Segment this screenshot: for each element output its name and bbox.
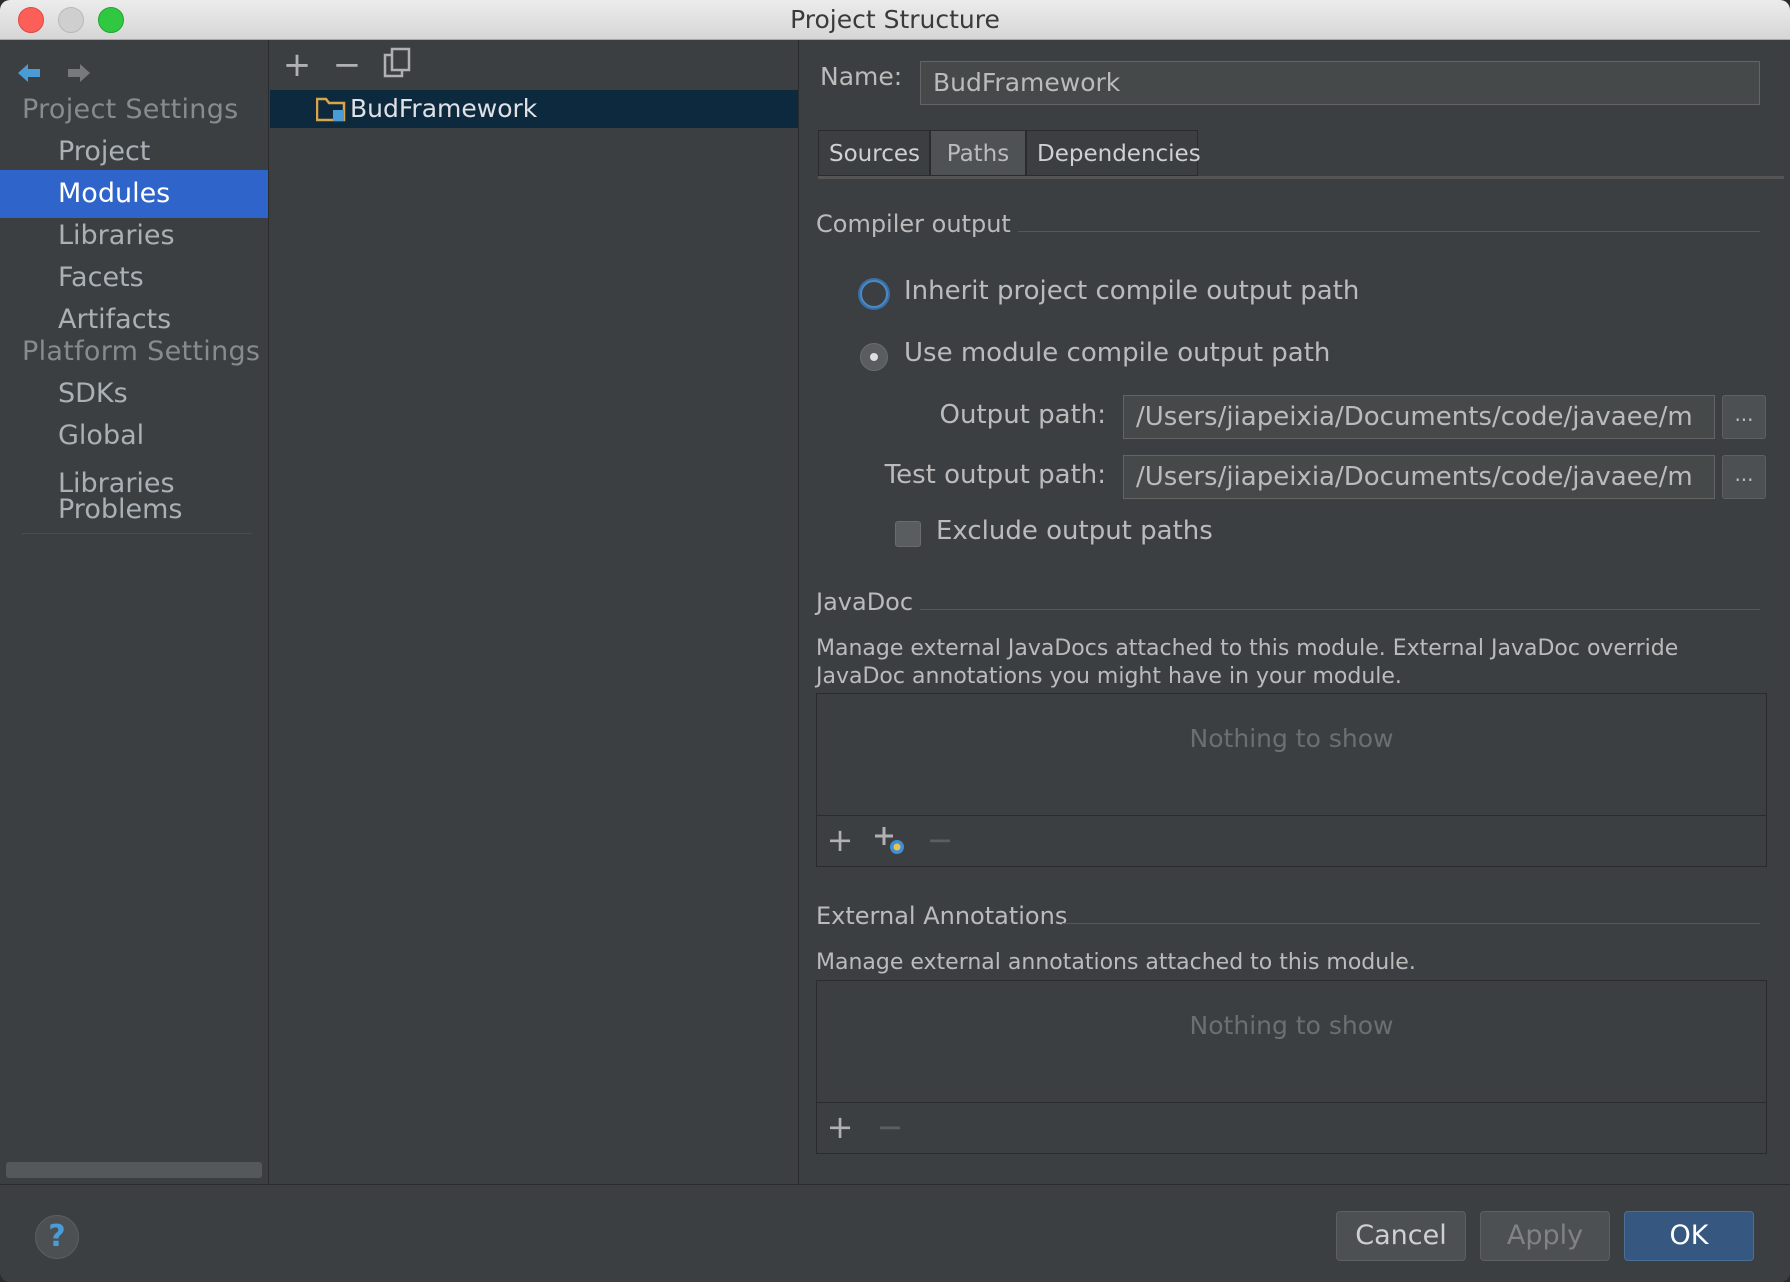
external-annotations-description: Manage external annotations attached to … — [816, 950, 1416, 975]
external-annotations-heading: External Annotations — [816, 902, 1068, 930]
window-title: Project Structure — [790, 5, 1000, 34]
add-icon[interactable]: + — [823, 1110, 857, 1144]
sidebar-item-facets[interactable]: Facets — [0, 254, 268, 302]
sidebar: Project Settings Project Modules Librari… — [0, 40, 269, 1184]
javadoc-description: Manage external JavaDocs attached to thi… — [816, 636, 1679, 689]
test-output-path-browse-button[interactable]: ... — [1722, 455, 1766, 499]
exclude-output-paths-checkbox[interactable] — [895, 521, 921, 547]
external-annotations-list[interactable]: Nothing to show + − — [816, 980, 1767, 1154]
tab-dependencies[interactable]: Dependencies — [1026, 130, 1201, 176]
add-url-icon[interactable] — [873, 823, 907, 857]
back-arrow-icon[interactable] — [14, 58, 44, 88]
remove-icon[interactable]: − — [923, 823, 957, 857]
sidebar-scrollbar[interactable] — [6, 1162, 262, 1178]
sidebar-item-global-libraries[interactable]: Global Libraries — [0, 412, 268, 499]
external-annotations-list-toolbar: + − — [817, 1102, 1766, 1153]
javadoc-list-toolbar: + − — [817, 815, 1766, 866]
platform-settings-heading: Platform Settings — [22, 336, 261, 367]
sidebar-item-libraries[interactable]: Libraries — [0, 212, 268, 260]
title-bar: Project Structure — [0, 0, 1790, 40]
javadoc-rule — [920, 609, 1760, 610]
tree-item-budframework[interactable]: BudFramework — [270, 90, 798, 128]
external-annotations-empty-text: Nothing to show — [1189, 1011, 1394, 1040]
add-icon[interactable]: + — [280, 48, 314, 82]
sidebar-item-problems[interactable]: Problems — [0, 486, 268, 534]
sidebar-item-modules[interactable]: Modules — [0, 170, 268, 218]
javadoc-empty-text: Nothing to show — [1189, 724, 1394, 753]
exclude-output-paths-label[interactable]: Exclude output paths — [936, 516, 1213, 546]
tab-paths[interactable]: Paths — [930, 130, 1026, 176]
sidebar-item-project[interactable]: Project — [0, 128, 268, 176]
apply-button[interactable]: Apply — [1480, 1211, 1610, 1261]
module-folder-icon — [316, 97, 346, 122]
output-path-browse-button[interactable]: ... — [1722, 395, 1766, 439]
output-path-field[interactable]: /Users/jiapeixia/Documents/code/javaee/m — [1123, 395, 1715, 439]
dialog-button-bar: ? Cancel Apply OK — [0, 1184, 1790, 1282]
test-output-path-field[interactable]: /Users/jiapeixia/Documents/code/javaee/m — [1123, 455, 1715, 499]
use-module-output-radio[interactable] — [860, 343, 888, 371]
sidebar-item-sdks[interactable]: SDKs — [0, 370, 268, 418]
external-annotations-rule — [1062, 923, 1760, 924]
module-settings-panel: Name: BudFramework Sources Paths Depende… — [800, 40, 1790, 1184]
javadoc-heading: JavaDoc — [816, 588, 914, 616]
tree-item-label: BudFramework — [350, 94, 538, 123]
test-output-path-label: Test output path: — [884, 460, 1106, 490]
forward-arrow-icon[interactable] — [64, 58, 94, 88]
tab-sources[interactable]: Sources — [818, 130, 930, 176]
compiler-output-rule — [1018, 231, 1760, 232]
add-icon[interactable]: + — [823, 823, 857, 857]
javadoc-list[interactable]: Nothing to show + − — [816, 693, 1767, 867]
inherit-output-label[interactable]: Inherit project compile output path — [904, 276, 1359, 306]
module-tree-panel: + − BudFramework — [270, 40, 799, 1184]
cancel-button[interactable]: Cancel — [1336, 1211, 1466, 1261]
output-path-label: Output path: — [939, 400, 1106, 430]
compiler-output-heading: Compiler output — [816, 210, 1011, 238]
project-settings-heading: Project Settings — [22, 94, 239, 125]
copy-icon[interactable] — [380, 46, 414, 80]
use-module-output-label[interactable]: Use module compile output path — [904, 338, 1330, 368]
inherit-output-radio[interactable] — [860, 280, 888, 308]
project-structure-window: Project Structure Project Settings Proje… — [0, 0, 1790, 1282]
help-button[interactable]: ? — [35, 1215, 79, 1259]
ok-button[interactable]: OK — [1624, 1211, 1754, 1261]
module-name-field[interactable]: BudFramework — [920, 61, 1760, 105]
remove-icon[interactable]: − — [873, 1110, 907, 1144]
remove-icon[interactable]: − — [330, 48, 364, 82]
name-label: Name: — [820, 62, 903, 91]
tab-underline — [818, 176, 1784, 179]
